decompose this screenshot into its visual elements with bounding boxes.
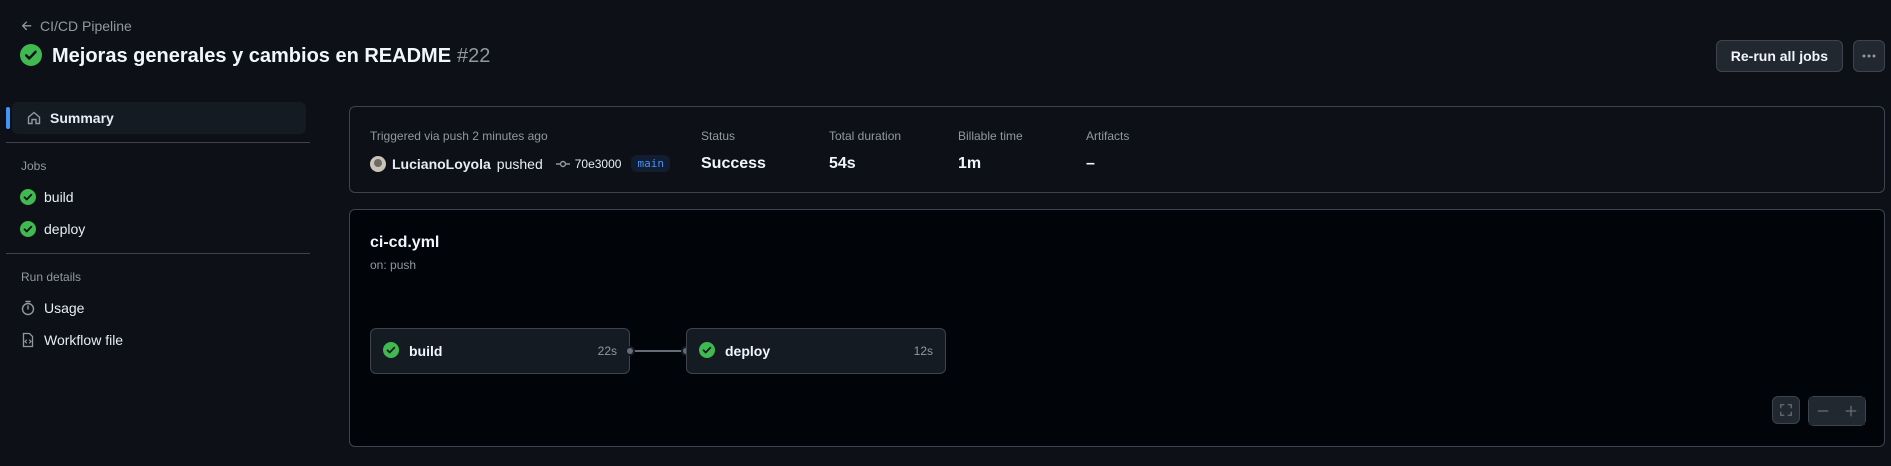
duration-label: Total duration [829, 129, 902, 143]
trigger-column: Triggered via push 2 minutes ago Luciano… [370, 129, 670, 172]
stopwatch-icon [21, 300, 35, 316]
kebab-horizontal-icon [1862, 54, 1876, 58]
job-name: build [409, 343, 443, 359]
run-number: #22 [457, 45, 491, 67]
workflow-name: CI/CD Pipeline [40, 18, 132, 34]
job-duration: 22s [597, 344, 617, 358]
billable-label: Billable time [958, 129, 1023, 143]
zoom-group [1808, 396, 1866, 426]
artifacts-label: Artifacts [1086, 129, 1130, 143]
workflow-graph-card: ci-cd.yml on: push build 22s deploy 12s [349, 209, 1885, 447]
run-details-heading: Run details [21, 270, 82, 284]
title-row: Mejoras generales y cambios en README #22 [20, 44, 490, 69]
branch-badge[interactable]: main [631, 155, 670, 172]
avatar[interactable] [370, 155, 386, 172]
artifacts-column: Artifacts – [1086, 129, 1129, 173]
success-check-icon [20, 189, 36, 205]
success-check-icon [699, 341, 715, 361]
job-duration: 12s [913, 344, 933, 358]
arrow-left-icon [21, 21, 32, 31]
back-link[interactable]: CI/CD Pipeline [20, 18, 132, 34]
status-column: Status Success [701, 129, 766, 173]
screen-full-icon [1780, 404, 1792, 416]
job-node-build[interactable]: build 22s [370, 328, 630, 374]
job-connector [630, 350, 686, 352]
commit-link[interactable]: 70e3000 [555, 156, 622, 172]
sidebar-item-build[interactable]: build [6, 181, 310, 213]
job-node-deploy[interactable]: deploy 12s [686, 328, 946, 374]
header-actions: Re-run all jobs [1715, 40, 1885, 72]
trigger-details: LucianoLoyola pushed 70e3000 main [370, 155, 670, 172]
sidebar-item-usage[interactable]: Usage [6, 292, 310, 324]
sidebar-item-label: Usage [44, 300, 85, 316]
sidebar-item-label: build [44, 189, 74, 205]
sidebar-item-summary[interactable]: Summary [6, 102, 306, 134]
commit-sha: 70e3000 [574, 156, 622, 171]
sidebar-item-workflow-file[interactable]: Workflow file [6, 324, 310, 356]
graph-zoom-controls [1772, 396, 1866, 426]
jobs-heading: Jobs [21, 159, 47, 173]
fullscreen-button[interactable] [1772, 396, 1800, 424]
billable-value: 1m [958, 155, 982, 172]
actor-link[interactable]: LucianoLoyola [392, 156, 491, 172]
page-header: CI/CD Pipeline Mejoras generales y cambi… [20, 14, 1885, 74]
sidebar-item-deploy[interactable]: deploy [6, 213, 310, 245]
file-code-icon [22, 332, 34, 348]
workflow-file-name: ci-cd.yml [370, 234, 440, 251]
git-commit-icon [555, 160, 570, 167]
divider [6, 253, 310, 254]
trigger-label: Triggered via push 2 minutes ago [370, 129, 548, 143]
divider [6, 142, 310, 143]
duration-value: 54s [829, 155, 856, 172]
connector-dot [625, 346, 635, 356]
success-check-icon [20, 221, 36, 237]
zoom-in-button[interactable] [1837, 397, 1865, 425]
run-summary-card: Triggered via push 2 minutes ago Luciano… [349, 106, 1885, 193]
sidebar-item-label: Workflow file [44, 332, 124, 348]
sidebar: Summary Jobs build deploy Run details Us… [6, 102, 310, 356]
rerun-all-jobs-button[interactable]: Re-run all jobs [1715, 40, 1843, 72]
trigger-action: pushed [496, 155, 543, 172]
home-icon [27, 111, 41, 125]
success-check-icon [20, 44, 42, 69]
duration-column: Total duration 54s [829, 129, 901, 173]
more-options-button[interactable] [1853, 40, 1885, 72]
success-check-icon [383, 341, 399, 361]
dash-icon [1817, 410, 1829, 412]
billable-column: Billable time 1m [958, 129, 1023, 173]
plus-icon [1845, 405, 1857, 417]
artifacts-value: – [1086, 155, 1095, 172]
sidebar-item-label: Summary [50, 110, 114, 126]
job-name: deploy [725, 343, 771, 359]
zoom-out-button[interactable] [1809, 397, 1837, 425]
run-title: Mejoras generales y cambios en README [52, 45, 452, 67]
workflow-trigger: on: push [370, 258, 417, 272]
status-value: Success [701, 155, 766, 172]
status-label: Status [701, 129, 736, 143]
page-title: Mejoras generales y cambios en README #22 [52, 45, 490, 68]
sidebar-item-label: deploy [44, 221, 86, 237]
